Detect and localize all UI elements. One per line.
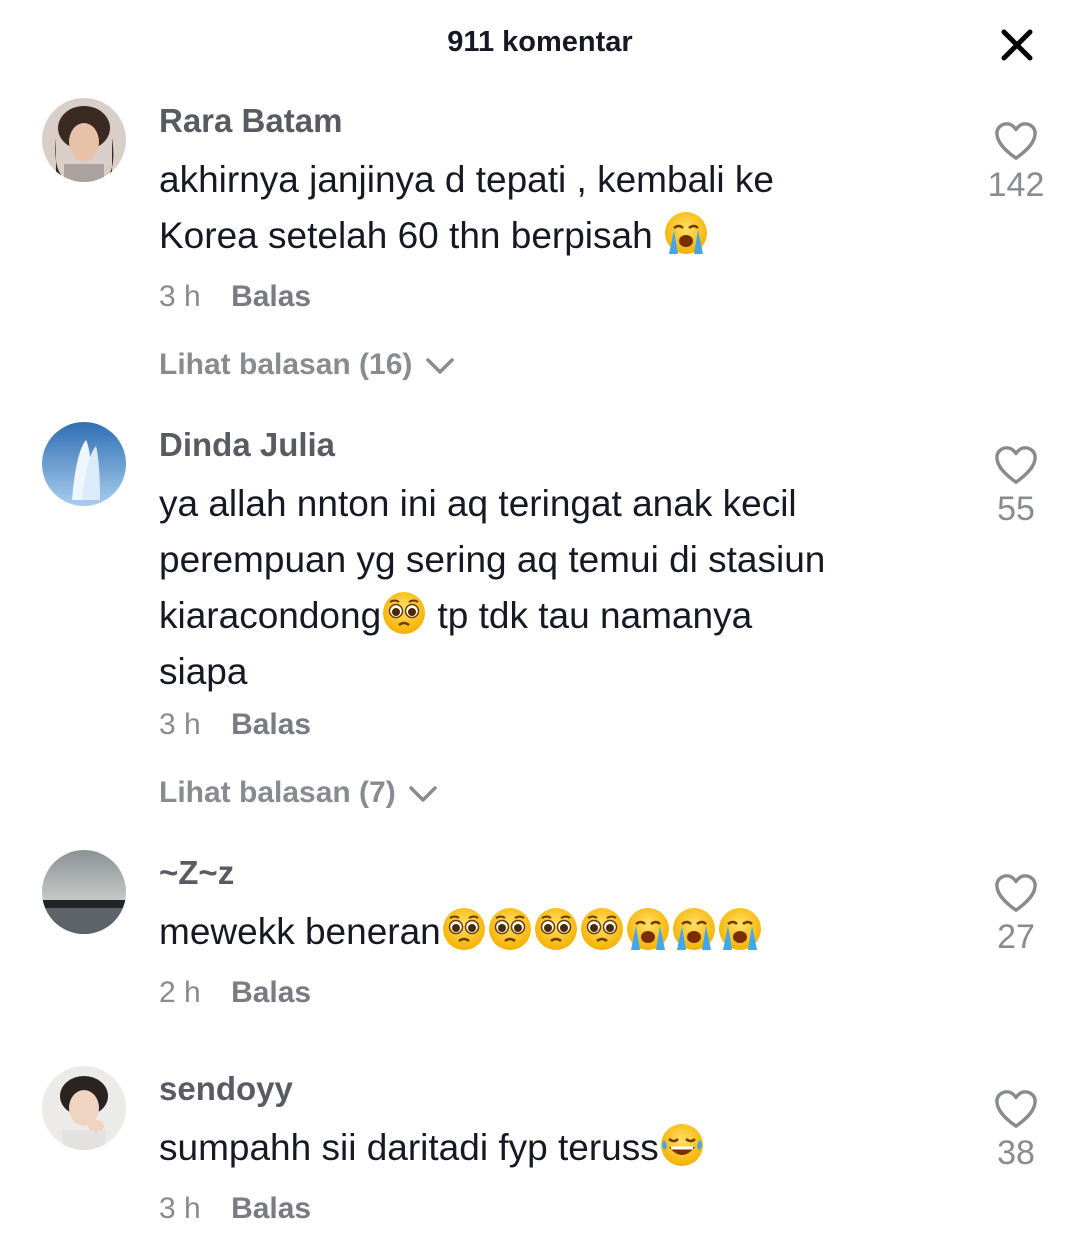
comments-header: 911 komentar bbox=[0, 0, 1080, 90]
close-button[interactable] bbox=[994, 22, 1040, 68]
comment-meta: 3 h Balas bbox=[159, 280, 311, 314]
comment-text: ya allah nnton ini aq teringat anak keci… bbox=[159, 476, 949, 700]
pleading-face-emoji bbox=[381, 590, 427, 636]
reply-button[interactable]: Balas bbox=[231, 708, 311, 741]
heart-icon bbox=[993, 120, 1039, 162]
view-replies-button[interactable]: Lihat balasan (7) bbox=[159, 776, 438, 810]
like-count: 38 bbox=[997, 1134, 1035, 1172]
avatar[interactable] bbox=[42, 1066, 126, 1150]
comment-username[interactable]: Dinda Julia bbox=[159, 426, 335, 464]
comment-count-title: 911 komentar bbox=[447, 26, 633, 58]
comment-text-part: sumpahh sii daritadi fyp teruss bbox=[159, 1127, 659, 1168]
close-icon bbox=[1001, 29, 1033, 61]
comment-timestamp: 3 h bbox=[159, 708, 201, 741]
comment-username[interactable]: ~Z~z bbox=[159, 854, 234, 892]
loudly-crying-face-emoji bbox=[717, 906, 763, 952]
comment-timestamp: 3 h bbox=[159, 1192, 201, 1225]
like-button[interactable]: 142 bbox=[970, 120, 1062, 205]
loudly-crying-face-emoji bbox=[663, 210, 709, 256]
reply-button[interactable]: Balas bbox=[231, 976, 311, 1009]
comment-timestamp: 3 h bbox=[159, 280, 201, 313]
view-replies-label: Lihat balasan (7) bbox=[159, 776, 396, 809]
like-button[interactable]: 27 bbox=[970, 872, 1062, 957]
pleading-face-emoji bbox=[487, 906, 533, 952]
heart-icon bbox=[993, 1088, 1039, 1130]
like-count: 55 bbox=[997, 490, 1035, 528]
pleading-face-emoji bbox=[579, 906, 625, 952]
pleading-face-emoji bbox=[441, 906, 487, 952]
comment-username[interactable]: Rara Batam bbox=[159, 102, 342, 140]
reply-button[interactable]: Balas bbox=[231, 1192, 311, 1225]
comment-meta: 2 h Balas bbox=[159, 976, 311, 1010]
tears-of-joy-face-emoji bbox=[659, 1122, 705, 1168]
comment-meta: 3 h Balas bbox=[159, 1192, 311, 1226]
avatar[interactable] bbox=[42, 422, 126, 506]
like-button[interactable]: 55 bbox=[970, 444, 1062, 529]
view-replies-button[interactable]: Lihat balasan (16) bbox=[159, 348, 455, 382]
comment-timestamp: 2 h bbox=[159, 976, 201, 1009]
view-replies-label: Lihat balasan (16) bbox=[159, 348, 413, 381]
heart-icon bbox=[993, 872, 1039, 914]
chevron-down-icon bbox=[409, 786, 437, 802]
avatar[interactable] bbox=[42, 98, 126, 182]
comment-meta: 3 h Balas bbox=[159, 708, 311, 742]
chevron-down-icon bbox=[426, 358, 454, 374]
like-button[interactable]: 38 bbox=[970, 1088, 1062, 1173]
like-count: 142 bbox=[987, 166, 1045, 204]
heart-icon bbox=[993, 444, 1039, 486]
pleading-face-emoji bbox=[533, 906, 579, 952]
avatar[interactable] bbox=[42, 850, 126, 934]
comment-username[interactable]: sendoyy bbox=[159, 1070, 293, 1108]
loudly-crying-face-emoji bbox=[625, 906, 671, 952]
comment-text: mewekk beneran bbox=[159, 904, 949, 960]
comment-text-part: mewekk beneran bbox=[159, 911, 441, 952]
comment-text: akhirnya janjinya d tepati , kembali ke … bbox=[159, 152, 949, 264]
comment-text: sumpahh sii daritadi fyp teruss bbox=[159, 1120, 949, 1176]
like-count: 27 bbox=[997, 918, 1035, 956]
reply-button[interactable]: Balas bbox=[231, 280, 311, 313]
loudly-crying-face-emoji bbox=[671, 906, 717, 952]
